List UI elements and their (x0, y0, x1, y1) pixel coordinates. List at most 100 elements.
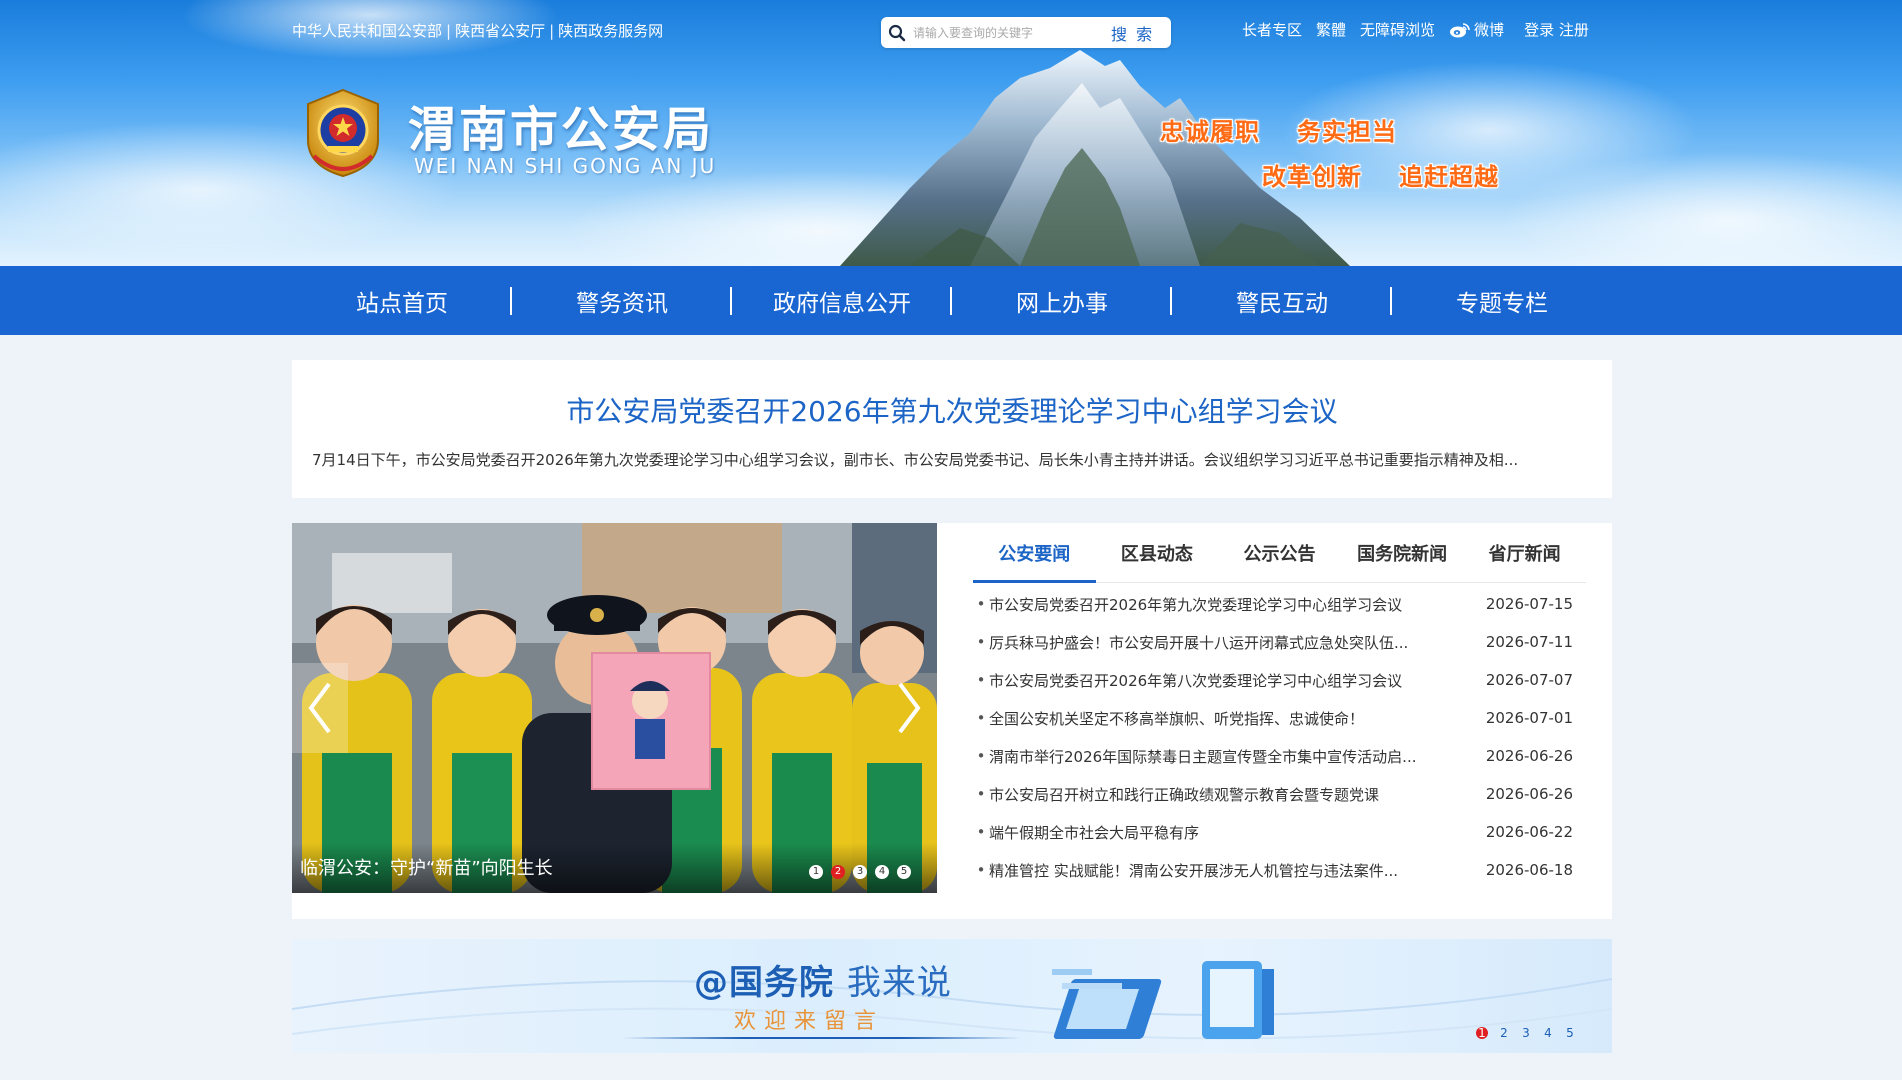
news-title[interactable]: 市公安局党委召开2026年第九次党委理论学习中心组学习会议 (989, 594, 1455, 615)
weibo-label: 微博 (1474, 21, 1505, 39)
news-date: 2026-07-01 (1485, 709, 1573, 727)
register-label[interactable]: 注册 (1559, 21, 1589, 39)
bullet: • (976, 595, 986, 613)
separator: | (446, 22, 452, 40)
search-input[interactable] (913, 18, 1103, 47)
news-title[interactable]: 端午假期全市社会大局平稳有序 (989, 822, 1455, 843)
banner-dots: 1 2 3 4 5 (1476, 1026, 1576, 1040)
nav-item-home[interactable]: 站点首页 (292, 266, 512, 335)
headline-card: 市公安局党委召开2026年第九次党委理论学习中心组学习会议 7月14日下午，市公… (292, 360, 1612, 498)
carousel-dots: 1 2 3 4 5 (809, 865, 911, 879)
news-item[interactable]: • 精准管控 实战赋能！渭南公安开展涉无人机管控与违法案件... 2026-06-1… (973, 851, 1573, 889)
tab-police-news[interactable]: 公安要闻 (973, 523, 1096, 583)
news-date: 2026-07-11 (1485, 633, 1573, 651)
carousel-dot[interactable]: 4 (875, 865, 889, 879)
banner-underline (622, 1037, 1022, 1039)
slogan: 追赶超越 (1399, 163, 1499, 191)
traditional-chinese-link[interactable]: 繁體 (1316, 19, 1346, 40)
carousel-dot-active[interactable]: 2 (831, 865, 845, 879)
news-item[interactable]: • 渭南市举行2026年国际禁毒日主题宣传暨全市集中宣传活动启... 2026-06… (973, 737, 1573, 775)
nav-item-interaction[interactable]: 警民互动 (1172, 266, 1392, 335)
login-link[interactable]: 登录 注册 (1524, 19, 1589, 40)
search-icon[interactable] (881, 17, 913, 48)
tab-notices[interactable]: 公示公告 (1218, 523, 1341, 582)
chevron-left-icon (308, 682, 331, 734)
elderly-zone-link[interactable]: 长者专区 (1242, 19, 1302, 40)
nav-item-police-news[interactable]: 警务资讯 (512, 266, 732, 335)
police-emblem-icon (307, 88, 379, 178)
news-item[interactable]: • 市公安局召开树立和践行正确政绩观警示教育会暨专题党课 2026-06-26 (973, 775, 1573, 813)
bullet: • (976, 633, 986, 651)
news-date: 2026-06-26 (1485, 785, 1573, 803)
banner-dot[interactable]: 4 (1542, 1026, 1554, 1040)
banner-dot-active[interactable]: 1 (1476, 1026, 1488, 1040)
news-date: 2026-07-15 (1485, 595, 1573, 613)
slogan: 忠诚履职 (1160, 118, 1260, 146)
news-item[interactable]: • 市公安局党委召开2026年第九次党委理论学习中心组学习会议 2026-07-15 (973, 585, 1573, 623)
accessible-browse-link[interactable]: 无障碍浏览 (1360, 19, 1435, 40)
weibo-link[interactable]: 微博 (1449, 19, 1504, 40)
photo-carousel[interactable]: 临渭公安：守护“新苗”向阳生长 1 2 3 4 5 (292, 523, 937, 893)
banner-dot[interactable]: 5 (1564, 1026, 1576, 1040)
cloud-decoration (0, 120, 460, 260)
news-item[interactable]: • 厉兵秣马护盛会！市公安局开展十八运开闭幕式应急处突队伍... 2026-07-1… (973, 623, 1573, 661)
news-list: • 市公安局党委召开2026年第九次党委理论学习中心组学习会议 2026-07-15… (973, 585, 1573, 889)
link-gov-service[interactable]: 陕西政务服务网 (558, 22, 663, 40)
news-item[interactable]: • 端午假期全市社会大局平稳有序 2026-06-22 (973, 813, 1573, 851)
carousel-caption[interactable]: 临渭公安：守护“新苗”向阳生长 (300, 854, 553, 880)
banner-dot[interactable]: 2 (1498, 1026, 1510, 1040)
bullet: • (976, 861, 986, 879)
banner-title-light: 我来说 (846, 963, 952, 1003)
banner-subtitle: 欢迎来留言 (734, 1009, 885, 1034)
mountain-illustration (840, 50, 1350, 266)
news-title[interactable]: 全国公安机关坚定不移高举旗帜、听党指挥、忠诚使命！ (989, 708, 1455, 729)
login-label[interactable]: 登录 (1524, 21, 1554, 39)
site-title: 渭南市公安局 (408, 102, 715, 158)
utility-links: 长者专区 繁體 无障碍浏览 微博 登录 注册 (1242, 19, 1589, 40)
news-tabs: 公安要闻 区县动态 公示公告 国务院新闻 省厅新闻 (973, 523, 1586, 583)
tab-province-news[interactable]: 省厅新闻 (1463, 523, 1586, 582)
headline-title[interactable]: 市公安局党委召开2026年第九次党委理论学习中心组学习会议 (292, 390, 1612, 430)
weibo-icon (1450, 22, 1470, 37)
news-title[interactable]: 市公安局党委召开2026年第八次党委理论学习中心组学习会议 (989, 670, 1455, 691)
news-section: 临渭公安：守护“新苗”向阳生长 1 2 3 4 5 公安要闻 区县动态 公示公告… (292, 523, 1612, 919)
carousel-dot[interactable]: 3 (853, 865, 867, 879)
news-title[interactable]: 渭南市举行2026年国际禁毒日主题宣传暨全市集中宣传活动启... (989, 746, 1455, 767)
main-nav: 站点首页 警务资讯 政府信息公开 网上办事 警民互动 专题专栏 (0, 266, 1902, 335)
news-date: 2026-06-26 (1485, 747, 1573, 765)
news-title[interactable]: 市公安局召开树立和践行正确政绩观警示教育会暨专题党课 (989, 784, 1455, 805)
bullet: • (976, 747, 986, 765)
nav-item-online-service[interactable]: 网上办事 (952, 266, 1172, 335)
news-date: 2026-06-22 (1485, 823, 1573, 841)
carousel-dot[interactable]: 5 (897, 865, 911, 879)
bullet: • (976, 823, 986, 841)
news-title[interactable]: 精准管控 实战赋能！渭南公安开展涉无人机管控与违法案件... (989, 860, 1455, 881)
chevron-right-icon (898, 682, 921, 734)
slogan: 务实担当 (1297, 118, 1397, 146)
tab-district-news[interactable]: 区县动态 (1096, 523, 1219, 582)
banner-dot[interactable]: 3 (1520, 1026, 1532, 1040)
search-box: 搜 索 (881, 17, 1171, 48)
separator: | (549, 22, 555, 40)
carousel-next-button[interactable] (881, 663, 937, 753)
bullet: • (976, 785, 986, 803)
nav-item-special-column[interactable]: 专题专栏 (1392, 266, 1612, 335)
site-header: 中华人民共和国公安部|陕西省公安厅|陕西政务服务网 搜 索 长者专区 繁體 无障… (0, 0, 1902, 266)
nav-item-gov-info[interactable]: 政府信息公开 (732, 266, 952, 335)
tab-state-council-news[interactable]: 国务院新闻 (1341, 523, 1464, 582)
link-ministry[interactable]: 中华人民共和国公安部 (292, 22, 442, 40)
link-province-dept[interactable]: 陕西省公安厅 (455, 22, 545, 40)
carousel-prev-button[interactable] (292, 663, 348, 753)
state-council-banner[interactable]: @国务院 我来说 欢迎来留言 1 2 3 4 5 (292, 939, 1612, 1053)
bullet: • (976, 709, 986, 727)
news-item[interactable]: • 全国公安机关坚定不移高举旗帜、听党指挥、忠诚使命！ 2026-07-01 (973, 699, 1573, 737)
carousel-dot[interactable]: 1 (809, 865, 823, 879)
news-title[interactable]: 厉兵秣马护盛会！市公安局开展十八运开闭幕式应急处突队伍... (989, 632, 1455, 653)
search-button[interactable]: 搜 索 (1103, 21, 1154, 45)
slogan: 改革创新 (1262, 163, 1362, 191)
bullet: • (976, 671, 986, 689)
banner-title: @国务院 我来说 (694, 955, 952, 1004)
news-item[interactable]: • 市公安局党委召开2026年第八次党委理论学习中心组学习会议 2026-07-07 (973, 661, 1573, 699)
carousel-photo (292, 523, 937, 893)
headline-summary: 7月14日下午，市公安局党委召开2026年第九次党委理论学习中心组学习会议，副市… (312, 451, 1519, 469)
